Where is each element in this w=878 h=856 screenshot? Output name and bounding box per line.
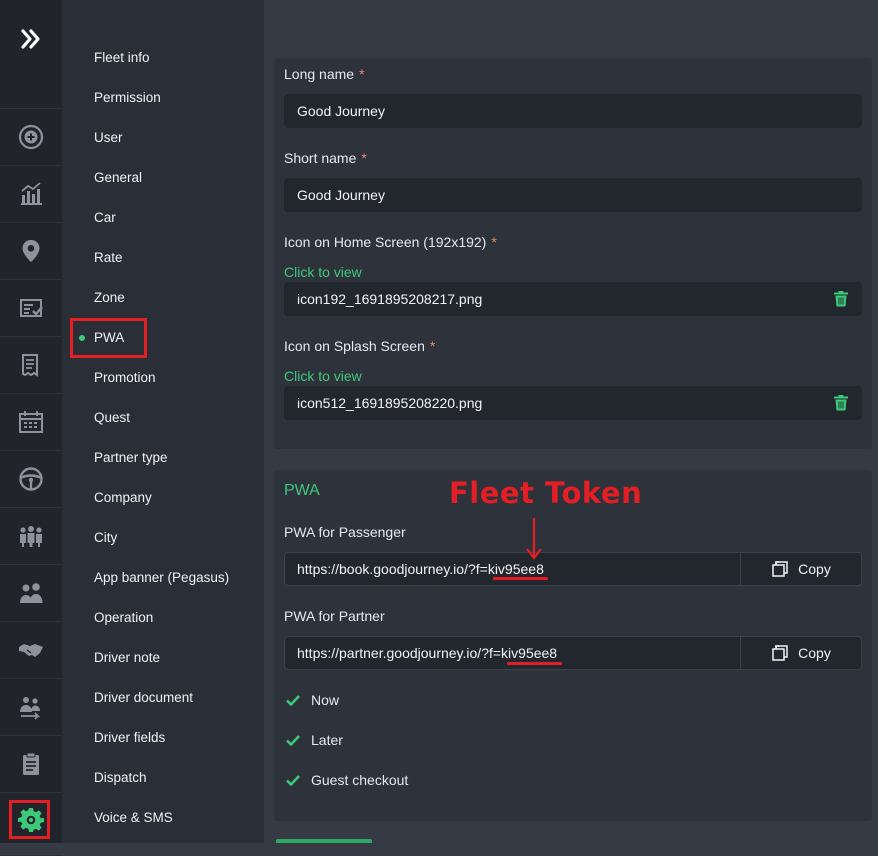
pwa-passenger-label: PWA for Passenger: [284, 524, 406, 540]
checkmark-icon[interactable]: [284, 771, 302, 789]
group-icon: [20, 525, 42, 547]
copy-partner-button[interactable]: Copy: [740, 637, 861, 669]
pwa-highlight-box: [70, 318, 147, 358]
arrow-down-icon: [526, 518, 542, 560]
rail-item-calendar[interactable]: [0, 393, 62, 451]
pwa-passenger-url-field[interactable]: https://book.goodjourney.io/?f=kiv95ee8 …: [284, 552, 862, 586]
rail-item-partners[interactable]: [0, 621, 62, 679]
copy-icon: [772, 645, 788, 661]
rail-item-map[interactable]: [0, 222, 62, 280]
icon-rail: [0, 0, 62, 856]
copy-passenger-label: Copy: [798, 561, 831, 577]
menu-item-app-banner[interactable]: App banner (Pegasus): [94, 568, 229, 588]
option-guest-checkout[interactable]: Guest checkout: [284, 770, 408, 790]
receipt-icon: [22, 353, 38, 377]
menu-item-user[interactable]: User: [94, 128, 123, 148]
icon-splash-file-name: icon512_1691895208220.png: [297, 395, 483, 411]
pwa-partner-label: PWA for Partner: [284, 608, 385, 624]
menu-item-partner-type[interactable]: Partner type: [94, 448, 168, 468]
checklist-icon: [20, 298, 43, 317]
icon-splash-file-field: icon512_1691895208220.png: [284, 386, 862, 420]
icon-splash-label: Icon on Splash Screen *: [284, 338, 436, 354]
double-chevron-right-icon[interactable]: [18, 26, 44, 52]
icon-home-view-link[interactable]: Click to view: [284, 264, 362, 280]
menu-item-driver-document[interactable]: Driver document: [94, 688, 193, 708]
icon-home-file-field: icon192_1691895208217.png: [284, 282, 862, 316]
rail-item-tasks[interactable]: [0, 279, 62, 337]
long-name-label: Long name *: [284, 66, 365, 82]
menu-item-company[interactable]: Company: [94, 488, 152, 508]
option-now-label: Now: [311, 692, 340, 708]
steering-wheel-icon: [19, 466, 43, 491]
rail-item-clipboard[interactable]: [0, 735, 62, 793]
menu-item-operation[interactable]: Operation: [94, 608, 153, 628]
rail-item-invoices[interactable]: [0, 336, 62, 394]
rail-item-add[interactable]: [0, 108, 62, 166]
trash-icon[interactable]: [834, 291, 848, 307]
user-transfer-icon: [20, 696, 41, 720]
pwa-partner-url-field[interactable]: https://partner.goodjourney.io/?f=kiv95e…: [284, 636, 862, 670]
menu-item-general[interactable]: General: [94, 168, 142, 188]
copy-passenger-button[interactable]: Copy: [740, 553, 861, 585]
menu-item-car[interactable]: Car: [94, 208, 116, 228]
icon-home-label: Icon on Home Screen (192x192) *: [284, 234, 497, 250]
pwa-section-title: PWA: [284, 482, 320, 499]
rail-item-teams[interactable]: [0, 507, 62, 565]
settings-menu: Fleet info Permission User General Car R…: [62, 0, 264, 843]
menu-item-permission[interactable]: Permission: [94, 88, 161, 108]
rail-item-reports[interactable]: [0, 165, 62, 223]
fleet-token-annotation: Fleet Token: [449, 476, 643, 510]
menu-item-dispatch[interactable]: Dispatch: [94, 768, 147, 788]
option-guest-checkout-label: Guest checkout: [311, 772, 409, 788]
rail-item-drivers[interactable]: [0, 450, 62, 508]
short-name-input[interactable]: Good Journey: [284, 178, 862, 212]
plus-circle-icon: [18, 124, 44, 149]
calendar-icon: [19, 410, 43, 433]
rail-item-transfers[interactable]: [0, 678, 62, 736]
copy-icon: [772, 561, 788, 577]
option-later-label: Later: [311, 732, 343, 748]
menu-item-driver-fields[interactable]: Driver fields: [94, 728, 165, 748]
icon-splash-view-link[interactable]: Click to view: [284, 368, 362, 384]
token-underline-partner: [507, 662, 562, 665]
save-button[interactable]: [276, 839, 372, 843]
users-icon: [20, 582, 43, 603]
pwa-panel: PWA PWA for Passenger https://book.goodj…: [274, 470, 872, 821]
checkmark-icon[interactable]: [284, 691, 302, 709]
pwa-passenger-url: https://book.goodjourney.io/?f=kiv95ee8: [297, 561, 544, 577]
menu-item-city[interactable]: City: [94, 528, 117, 548]
menu-item-promotion[interactable]: Promotion: [94, 368, 156, 388]
long-name-input[interactable]: Good Journey: [284, 94, 862, 128]
menu-item-fleet-info[interactable]: Fleet info: [94, 48, 150, 68]
trash-icon[interactable]: [834, 395, 848, 411]
chart-icon: [21, 181, 42, 205]
menu-item-rate[interactable]: Rate: [94, 248, 123, 268]
menu-item-zone[interactable]: Zone: [94, 288, 125, 308]
copy-partner-label: Copy: [798, 645, 831, 661]
rail-item-settings[interactable]: [0, 798, 62, 856]
app-info-panel: Long name * Good Journey Short name * Good…: [274, 58, 872, 449]
option-now[interactable]: Now: [284, 690, 339, 710]
checkmark-icon[interactable]: [284, 731, 302, 749]
rail-item-customers[interactable]: [0, 564, 62, 622]
icon-home-file-name: icon192_1691895208217.png: [297, 291, 483, 307]
token-underline-passenger: [493, 577, 548, 580]
menu-item-quest[interactable]: Quest: [94, 408, 130, 428]
menu-item-voice-sms[interactable]: Voice & SMS: [94, 808, 173, 828]
short-name-label: Short name *: [284, 150, 367, 166]
menu-item-driver-note[interactable]: Driver note: [94, 648, 160, 668]
option-later[interactable]: Later: [284, 730, 343, 750]
map-pin-icon: [22, 239, 40, 262]
rail-header: [0, 0, 62, 109]
gear-icon: [18, 807, 44, 832]
clipboard-icon: [23, 752, 39, 775]
handshake-icon: [19, 643, 43, 657]
